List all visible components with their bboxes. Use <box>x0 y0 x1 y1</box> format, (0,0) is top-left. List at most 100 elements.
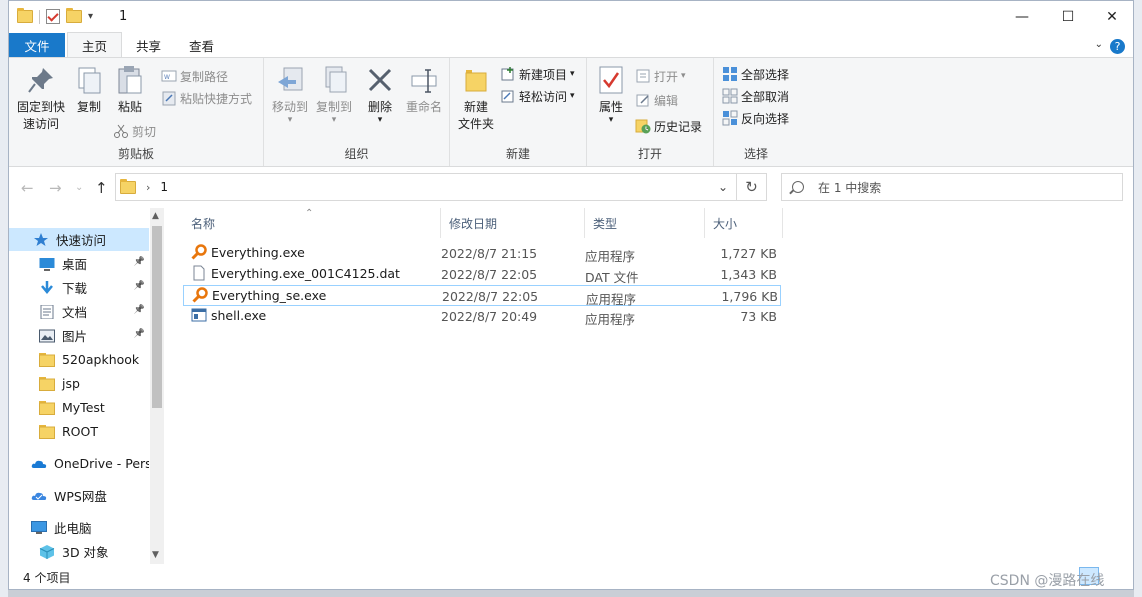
breadcrumb-item[interactable]: 1 <box>160 180 168 194</box>
edit-button[interactable]: 编辑 <box>635 90 678 110</box>
scrollbar-thumb[interactable] <box>152 226 162 408</box>
breadcrumb-separator-icon[interactable]: › <box>146 181 150 194</box>
refresh-button[interactable]: ↻ <box>737 173 767 201</box>
tab-share[interactable]: 共享 <box>122 33 175 57</box>
file-row[interactable]: Everything.exe_001C4125.dat 2022/8/7 22:0… <box>183 264 781 285</box>
properties-check-icon <box>595 64 627 96</box>
select-none-button[interactable]: 全部取消 <box>722 86 789 106</box>
edit-icon <box>635 92 651 108</box>
tab-view[interactable]: 查看 <box>175 33 228 57</box>
column-header-size[interactable]: 大小 <box>705 208 783 238</box>
nav-item[interactable]: ROOT <box>9 420 149 443</box>
move-to-button[interactable]: 移动到 ▾ <box>270 64 310 125</box>
address-bar[interactable]: › 1 ⌄ <box>115 173 737 201</box>
easy-access-icon <box>500 88 516 104</box>
computer-icon <box>31 520 47 535</box>
scroll-down-icon[interactable]: ▼ <box>152 550 159 560</box>
delete-x-icon <box>364 64 396 96</box>
maximize-button[interactable]: ☐ <box>1045 1 1091 33</box>
nav-item-label: 图片 <box>62 329 88 344</box>
navigation-scrollbar[interactable]: ▲ ▼ <box>150 208 164 564</box>
forward-arrow-icon[interactable]: → <box>49 179 62 197</box>
folder-icon <box>39 424 55 439</box>
folder-icon <box>39 400 55 415</box>
select-all-button[interactable]: 全部选择 <box>722 64 789 84</box>
nav-item[interactable]: 此电脑 <box>9 516 149 539</box>
nav-item[interactable]: MyTest <box>9 396 149 419</box>
nav-item-label: 此电脑 <box>54 521 92 536</box>
nav-item[interactable]: jsp <box>9 372 149 395</box>
new-item-button[interactable]: 新建项目 ▾ <box>500 64 575 84</box>
help-icon[interactable]: ? <box>1110 39 1125 54</box>
address-dropdown-icon[interactable]: ⌄ <box>718 180 728 194</box>
nav-item[interactable]: 快速访问 <box>9 228 149 251</box>
chevron-down-icon[interactable]: ⌄ <box>1095 39 1103 50</box>
copy-path-button[interactable]: W 复制路径 <box>161 66 228 86</box>
cut-button[interactable]: 剪切 <box>113 121 156 141</box>
organize-group-label: 组织 <box>344 147 369 161</box>
properties-icon[interactable] <box>46 9 60 24</box>
nav-item[interactable]: 桌面 📌 <box>9 252 149 275</box>
onedrive-icon <box>31 457 47 471</box>
window-title: 1 <box>119 9 128 24</box>
up-arrow-icon[interactable]: ↑ <box>95 179 108 197</box>
file-row[interactable]: shell.exe 2022/8/7 20:49 应用程序 73 KB <box>183 306 781 327</box>
invert-selection-button[interactable]: 反向选择 <box>722 108 789 128</box>
clipboard-group-label: 剪贴板 <box>117 147 154 161</box>
column-header-name[interactable]: 名称 <box>183 208 441 238</box>
nav-item-label: OneDrive - Personal <box>54 456 149 471</box>
clipboard-icon <box>114 64 146 96</box>
close-button[interactable]: ✕ <box>1089 1 1133 33</box>
tab-file[interactable]: 文件 <box>9 33 65 57</box>
copy-to-button[interactable]: 复制到 ▾ <box>314 64 354 125</box>
file-row[interactable]: Everything.exe 2022/8/7 21:15 应用程序 1,727 KB <box>183 243 781 264</box>
easy-access-button[interactable]: 轻松访问 ▾ <box>500 86 575 106</box>
pin-icon[interactable]: 📌 <box>134 329 145 339</box>
history-button[interactable]: 历史记录 <box>635 116 702 136</box>
column-header-date[interactable]: 修改日期 <box>441 208 585 238</box>
nav-item-label: WPS网盘 <box>54 489 107 504</box>
ribbon-tabs: 文件 主页 共享 查看 <box>9 32 1133 57</box>
tab-home[interactable]: 主页 <box>67 32 123 57</box>
download-icon <box>39 280 55 295</box>
customize-toolbar-icon[interactable]: ▾ <box>88 11 93 22</box>
watermark: CSDN @漫路在线 <box>990 573 1105 589</box>
nav-item[interactable]: 下载 📌 <box>9 276 149 299</box>
pin-icon[interactable]: 📌 <box>134 257 145 267</box>
minimize-button[interactable]: — <box>999 1 1045 33</box>
open-button[interactable]: 打开 ▾ <box>635 66 686 86</box>
history-icon <box>635 118 651 134</box>
exe-icon <box>191 307 207 323</box>
scissors-icon <box>113 123 129 139</box>
recent-locations-chevron-icon[interactable]: ⌄ <box>75 182 83 193</box>
file-row[interactable]: Everything_se.exe 2022/8/7 22:05 应用程序 1,796… <box>183 285 781 307</box>
nav-item[interactable]: OneDrive - Personal <box>9 452 149 475</box>
explorer-window: ▾ 1 — ☐ ✕ 文件 主页 共享 查看 ⌄ ? 固定到快 速访问 复制 粘贴… <box>8 0 1134 590</box>
file-type: DAT 文件 <box>585 270 639 285</box>
nav-item[interactable]: 图片 📌 <box>9 324 149 347</box>
copy-button[interactable]: 复制 <box>73 64 105 116</box>
pin-icon[interactable]: 📌 <box>134 281 145 291</box>
column-header-type[interactable]: 类型 <box>585 208 705 238</box>
nav-item[interactable]: 文档 📌 <box>9 300 149 323</box>
delete-button[interactable]: 删除 ▾ <box>364 64 396 125</box>
nav-item[interactable]: 3D 对象 <box>9 540 149 563</box>
back-arrow-icon[interactable]: ← <box>21 179 34 197</box>
paste-button[interactable]: 粘贴 <box>113 64 147 116</box>
search-icon <box>792 181 804 193</box>
new-folder-icon[interactable] <box>66 8 82 23</box>
pin-icon[interactable]: 📌 <box>134 305 145 315</box>
rename-button[interactable]: 重命名 <box>404 64 444 116</box>
search-input[interactable]: 在 1 中搜索 <box>781 173 1123 201</box>
refresh-icon: ↻ <box>745 178 758 196</box>
divider <box>39 9 40 24</box>
file-size: 1,796 KB <box>721 289 778 304</box>
nav-item[interactable]: WPS网盘 <box>9 484 149 507</box>
scroll-up-icon[interactable]: ▲ <box>152 211 159 221</box>
new-folder-button[interactable]: 新建 文件夹 <box>456 64 496 133</box>
paste-shortcut-button[interactable]: 粘贴快捷方式 <box>161 88 252 108</box>
copy-path-icon: W <box>161 68 177 84</box>
pin-quick-access-button[interactable]: 固定到快 速访问 <box>15 64 67 133</box>
properties-button[interactable]: 属性 ▾ <box>595 64 627 125</box>
nav-item[interactable]: 520apkhook <box>9 348 149 371</box>
